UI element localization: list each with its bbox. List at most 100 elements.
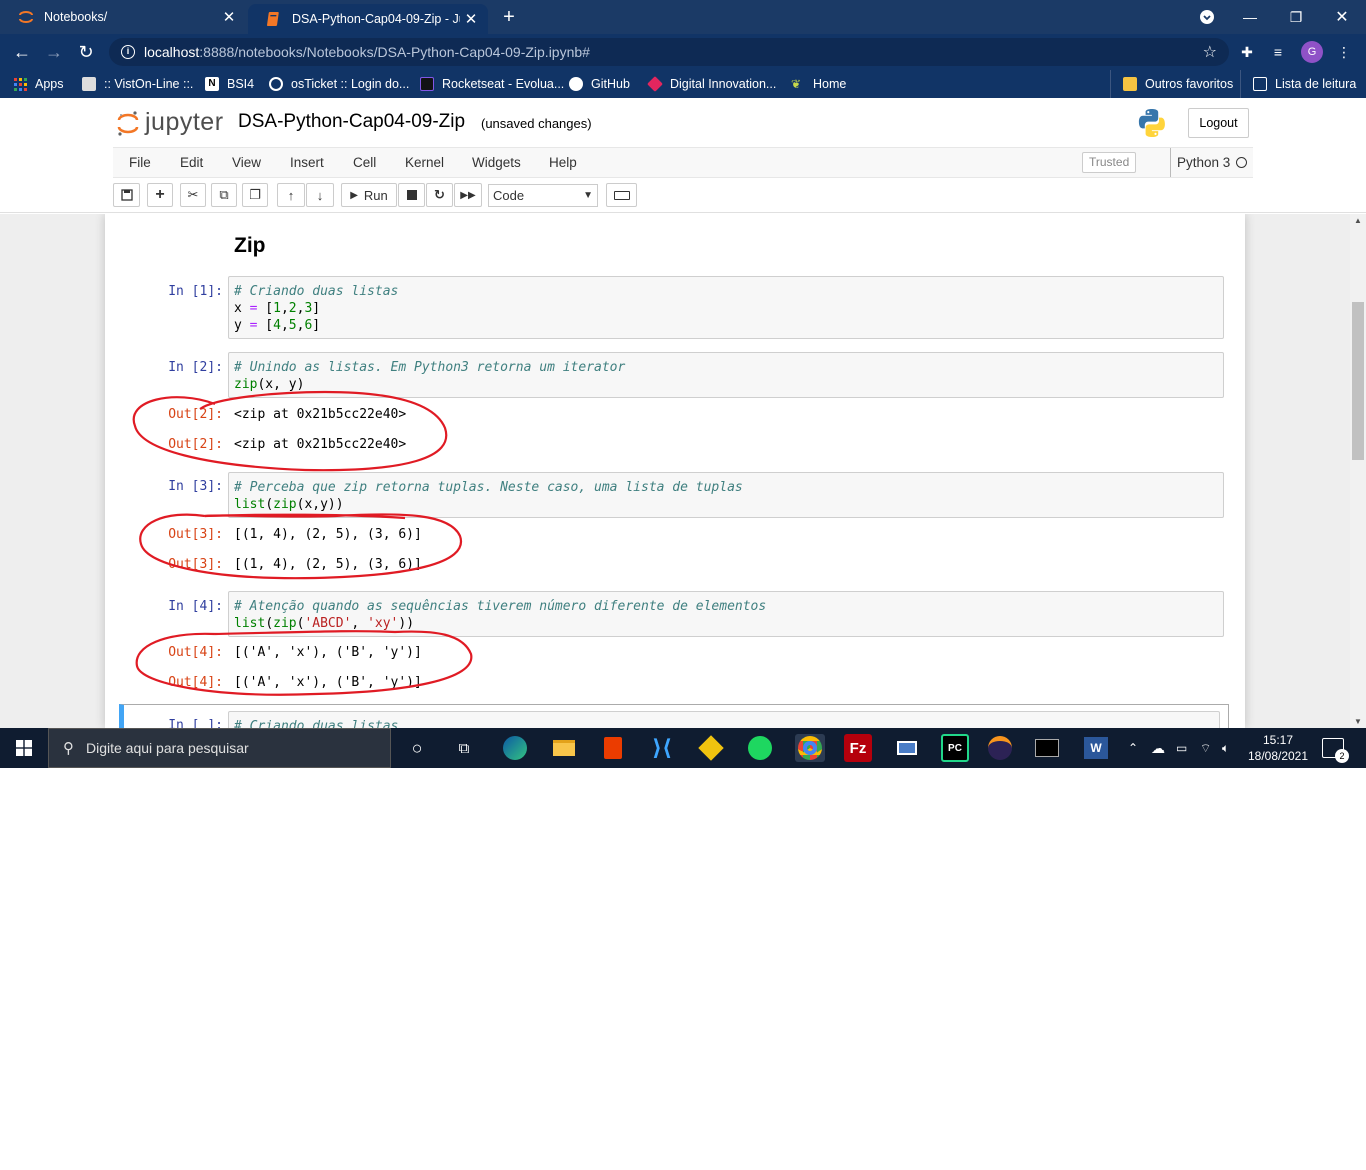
minimize-icon[interactable]: — bbox=[1227, 0, 1273, 34]
restore-icon[interactable]: ❐ bbox=[1273, 0, 1319, 34]
code-line: x = [1,2,3] bbox=[234, 301, 321, 316]
wifi-icon[interactable]: ⌔ bbox=[1200, 728, 1211, 768]
code-cell-input[interactable]: # Unindo as listas. Em Python3 retorna u… bbox=[228, 352, 1224, 398]
arrow-up-icon: ↑ bbox=[287, 187, 295, 203]
menu-widgets[interactable]: Widgets bbox=[472, 148, 521, 177]
bookmarks-bar: Apps :: VistOn-Line ::. N BSI4 osTicket … bbox=[0, 70, 1366, 98]
run-button[interactable]: ▶ Run bbox=[341, 183, 397, 207]
menu-help[interactable]: Help bbox=[549, 148, 577, 177]
filezilla-icon[interactable]: Fz bbox=[844, 734, 872, 762]
close-tab-icon[interactable]: ✕ bbox=[460, 10, 482, 28]
restart-button[interactable]: ↻ bbox=[426, 183, 453, 207]
start-button[interactable] bbox=[0, 728, 48, 768]
close-window-icon[interactable]: ✕ bbox=[1319, 0, 1365, 34]
notebook-title[interactable]: DSA-Python-Cap04-09-Zip bbox=[238, 111, 465, 133]
menu-view[interactable]: View bbox=[232, 148, 261, 177]
pycharm-icon[interactable]: PC bbox=[941, 734, 969, 762]
bookmark-home[interactable]: ❦ Home bbox=[791, 70, 846, 98]
cell-type-select[interactable]: Code ▼ bbox=[488, 184, 598, 207]
taskbar-search[interactable]: ⚲ Digite aqui para pesquisar bbox=[48, 728, 391, 768]
task-view-icon[interactable]: ⧉ bbox=[450, 734, 478, 762]
menu-file[interactable]: File bbox=[129, 148, 151, 177]
url-host: localhost bbox=[144, 44, 200, 60]
code-cell-input[interactable]: # Atenção quando as sequências tiverem n… bbox=[228, 591, 1224, 637]
insert-cell-button[interactable]: + bbox=[147, 183, 173, 207]
notebook-scroll-area[interactable]: Zip In [1]: # Criando duas listas x = [1… bbox=[0, 214, 1350, 728]
taskbar-clock[interactable]: 15:17 18/08/2021 bbox=[1245, 732, 1311, 764]
reload-icon[interactable]: ↻ bbox=[73, 39, 99, 65]
office-icon[interactable] bbox=[599, 734, 627, 762]
show-hidden-icons[interactable]: ⌃ bbox=[1128, 728, 1138, 768]
chrome-menu-icon[interactable]: ⋮ bbox=[1334, 42, 1354, 62]
close-tab-icon[interactable]: ✕ bbox=[218, 8, 240, 26]
bookmark-bsi4[interactable]: N BSI4 bbox=[205, 70, 254, 98]
save-button[interactable] bbox=[113, 183, 140, 207]
profile-avatar[interactable]: G bbox=[1301, 41, 1323, 63]
code-cell-input[interactable]: # Criando duas listas bbox=[228, 711, 1220, 728]
bookmark-label: Digital Innovation... bbox=[670, 77, 777, 91]
spotify-icon[interactable] bbox=[746, 734, 774, 762]
bookmark-viston[interactable]: :: VistOn-Line ::. bbox=[82, 70, 193, 98]
menu-kernel[interactable]: Kernel bbox=[405, 148, 444, 177]
copy-button[interactable]: ⧉ bbox=[211, 183, 237, 207]
bookmark-apps[interactable]: Apps bbox=[14, 70, 64, 98]
menu-insert[interactable]: Insert bbox=[290, 148, 324, 177]
code-cell-input[interactable]: # Criando duas listas x = [1,2,3] y = [4… bbox=[228, 276, 1224, 339]
restart-run-all-button[interactable]: ▶▶ bbox=[454, 183, 482, 207]
vscode-icon[interactable]: ⟩⟨ bbox=[648, 734, 676, 762]
new-tab-button[interactable]: + bbox=[497, 5, 521, 29]
code-cell-input[interactable]: # Perceba que zip retorna tuplas. Neste … bbox=[228, 472, 1224, 518]
word-icon[interactable]: W bbox=[1082, 734, 1110, 762]
terminal-icon[interactable] bbox=[1034, 734, 1060, 762]
trusted-indicator[interactable]: Trusted bbox=[1082, 152, 1137, 173]
scrollbar-thumb[interactable] bbox=[1352, 302, 1364, 460]
move-down-button[interactable]: ↓ bbox=[306, 183, 334, 207]
scroll-up-icon[interactable]: ▲ bbox=[1350, 216, 1366, 225]
bookmark-outros-favoritos[interactable]: Outros favoritos bbox=[1110, 70, 1233, 98]
interrupt-button[interactable] bbox=[398, 183, 425, 207]
bookmark-dio[interactable]: Digital Innovation... bbox=[647, 70, 777, 98]
bookmark-label: Lista de leitura bbox=[1275, 77, 1357, 91]
site-info-icon[interactable]: i bbox=[121, 45, 135, 59]
move-up-button[interactable]: ↑ bbox=[277, 183, 305, 207]
forward-icon[interactable]: → bbox=[41, 39, 67, 65]
network-admin-icon[interactable] bbox=[893, 734, 921, 762]
copy-icon: ⧉ bbox=[219, 187, 229, 202]
edge-icon[interactable] bbox=[501, 734, 529, 762]
viston-favicon-icon bbox=[82, 77, 96, 91]
logout-button[interactable]: Logout bbox=[1188, 108, 1249, 138]
battery-icon[interactable]: ▭ bbox=[1176, 728, 1187, 768]
tab-search-icon[interactable] bbox=[1184, 0, 1230, 34]
github-icon bbox=[569, 77, 583, 91]
git-icon[interactable] bbox=[697, 734, 725, 762]
menu-cell[interactable]: Cell bbox=[353, 148, 376, 177]
jupyter-favicon-icon bbox=[18, 9, 34, 25]
windows-taskbar: ⚲ Digite aqui para pesquisar ○ ⧉ ⟩⟨ Fz P… bbox=[0, 728, 1366, 768]
notification-center-icon[interactable]: 2 bbox=[1322, 738, 1349, 763]
extensions-icon[interactable]: ✚ bbox=[1237, 42, 1257, 62]
command-palette-button[interactable] bbox=[606, 183, 637, 207]
dio-icon bbox=[647, 76, 663, 92]
address-bar[interactable]: i localhost:8888/notebooks/Notebooks/DSA… bbox=[109, 38, 1229, 66]
bookmark-reading-list[interactable]: Lista de leitura bbox=[1240, 70, 1356, 98]
media-control-icon[interactable]: ≡ bbox=[1268, 42, 1288, 62]
tab-notebooks[interactable]: Notebooks/ ✕ bbox=[0, 0, 246, 34]
tab-notebook-active[interactable]: DSA-Python-Cap04-09-Zip - Jupyter ✕ bbox=[248, 4, 488, 34]
file-explorer-icon[interactable] bbox=[550, 734, 578, 762]
eclipse-icon[interactable] bbox=[986, 734, 1014, 762]
bookmark-rocketseat[interactable]: Rocketseat - Evolua... bbox=[420, 70, 564, 98]
menu-edit[interactable]: Edit bbox=[180, 148, 203, 177]
volume-icon[interactable]: 🔈︎ bbox=[1222, 728, 1229, 768]
scroll-down-icon[interactable]: ▼ bbox=[1350, 717, 1366, 726]
page-scrollbar[interactable]: ▲ ▼ bbox=[1350, 214, 1366, 728]
bookmark-star-icon[interactable]: ☆ bbox=[1203, 42, 1217, 62]
cortana-icon[interactable]: ○ bbox=[403, 734, 431, 762]
paste-button[interactable]: ❐ bbox=[242, 183, 268, 207]
jupyter-logo[interactable]: jupyter bbox=[117, 108, 224, 137]
bookmark-github[interactable]: GitHub bbox=[569, 70, 630, 98]
bookmark-osticket[interactable]: osTicket :: Login do... bbox=[269, 70, 409, 98]
chrome-icon[interactable] bbox=[795, 734, 825, 762]
cut-button[interactable]: ✂ bbox=[180, 183, 206, 207]
onedrive-icon[interactable]: ☁ bbox=[1151, 728, 1165, 768]
back-icon[interactable]: ← bbox=[9, 39, 35, 65]
